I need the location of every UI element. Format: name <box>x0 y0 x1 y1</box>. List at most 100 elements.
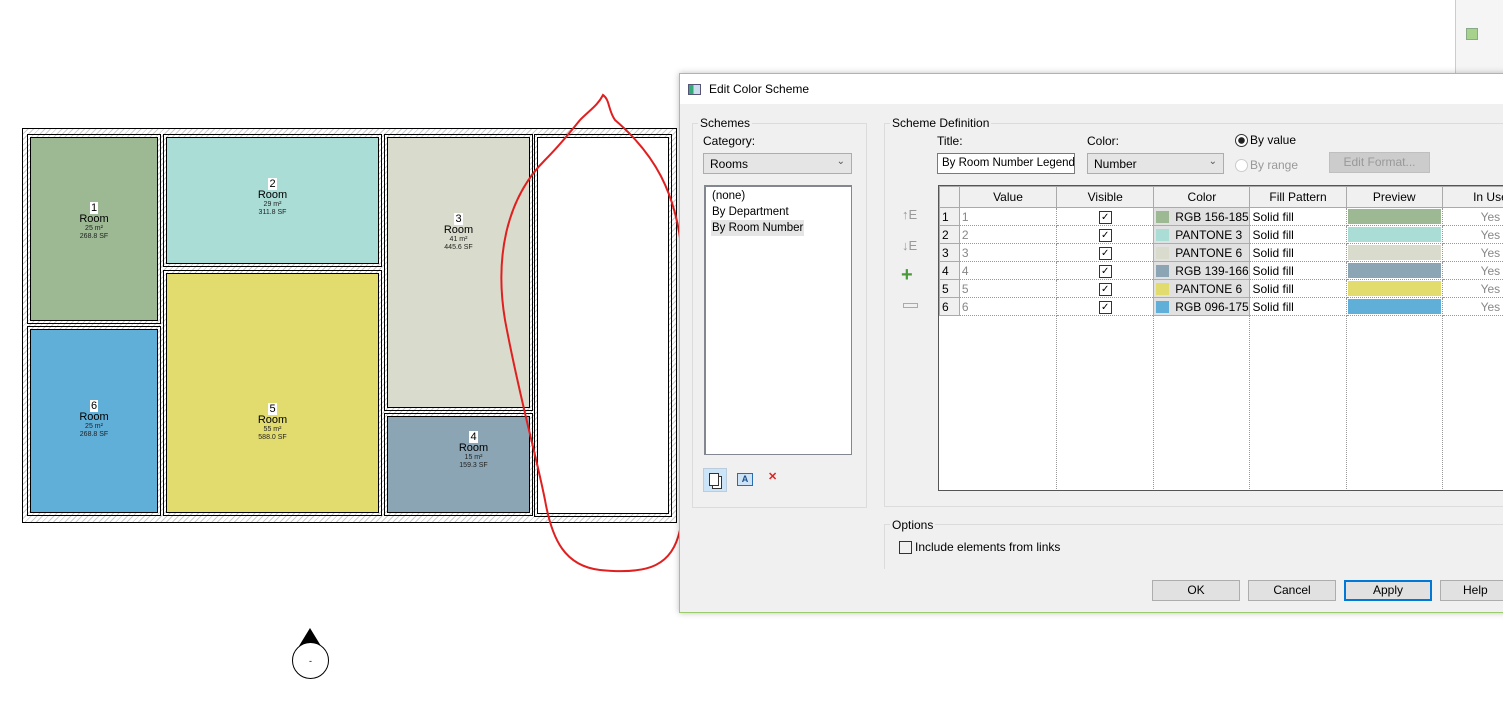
preview-swatch <box>1347 281 1441 296</box>
table-row[interactable]: 6 6 ✓ RGB 096-175 Solid fill Yes <box>939 297 1503 316</box>
table-row[interactable]: 4 4 ✓ RGB 139-166 Solid fill Yes <box>939 261 1503 280</box>
chevron-down-icon: ⌄ <box>1208 156 1217 167</box>
category-value: Rooms <box>710 157 749 171</box>
value-cell[interactable]: 3 <box>959 243 1058 262</box>
color-cell[interactable]: RGB 156-185 <box>1153 207 1251 226</box>
radio-icon <box>1235 158 1248 172</box>
color-cell[interactable]: PANTONE 6 <box>1153 243 1251 262</box>
color-scheme-table: Value Visible Color Fill Pattern Preview In U… <box>938 185 1503 491</box>
scheme-list-item[interactable]: (none) <box>711 188 746 204</box>
preview-swatch <box>1347 227 1441 242</box>
visible-cell[interactable]: ✓ <box>1056 261 1155 280</box>
cancel-button[interactable]: Cancel <box>1248 580 1336 601</box>
column-header[interactable]: Fill Pattern <box>1249 186 1347 208</box>
ok-button[interactable]: OK <box>1152 580 1240 601</box>
edit-format-button[interactable]: Edit Format... <box>1329 152 1430 173</box>
section-marker-label: - <box>292 642 329 679</box>
color-name: PANTONE 6 <box>1175 245 1243 260</box>
rename-scheme-button[interactable]: A <box>737 473 753 486</box>
preview-cell <box>1346 207 1443 226</box>
fill-pattern-cell[interactable]: Solid fill <box>1249 243 1347 262</box>
schemes-group-label: Schemes <box>698 116 753 130</box>
in-use-cell: Yes <box>1442 225 1503 244</box>
visible-cell[interactable]: ✓ <box>1056 225 1155 244</box>
scheme-list-item[interactable]: By Room Number <box>711 220 805 236</box>
title-input[interactable]: By Room Number Legend <box>937 153 1075 174</box>
scheme-list[interactable]: (none) By Department By Room Number <box>704 185 852 455</box>
corner-cell <box>939 186 960 208</box>
category-select[interactable]: Rooms ⌄ <box>703 153 852 174</box>
in-use-cell: Yes <box>1442 279 1503 298</box>
apply-button[interactable]: Apply <box>1344 580 1432 601</box>
fill-pattern-cell[interactable]: Solid fill <box>1249 207 1347 226</box>
remove-value-button[interactable] <box>903 303 918 308</box>
row-header: 4 <box>939 261 960 280</box>
fill-pattern-cell[interactable]: Solid fill <box>1249 279 1347 298</box>
preview-swatch <box>1347 299 1441 314</box>
help-button[interactable]: Help <box>1440 580 1503 601</box>
move-row-down-button[interactable]: ↓E <box>902 238 917 253</box>
zoom-region-icon[interactable] <box>1466 28 1478 40</box>
by-value-radio[interactable]: By value <box>1235 133 1296 147</box>
color-cell[interactable]: PANTONE 3 <box>1153 225 1251 244</box>
column-header[interactable]: Value <box>958 186 1058 208</box>
checkbox-checked-icon: ✓ <box>1098 247 1112 260</box>
include-links-label: Include elements from links <box>915 540 1061 554</box>
column-header[interactable]: Visible <box>1056 186 1155 208</box>
include-links-checkbox[interactable]: Include elements from links <box>899 540 1060 554</box>
checkbox-checked-icon: ✓ <box>1098 283 1112 296</box>
fill-pattern-cell[interactable]: Solid fill <box>1249 225 1347 244</box>
visible-cell[interactable]: ✓ <box>1056 207 1155 226</box>
color-cell[interactable]: RGB 139-166 <box>1153 261 1251 280</box>
move-row-up-button[interactable]: ↑E <box>902 207 917 222</box>
color-parameter-value: Number <box>1094 157 1137 171</box>
preview-cell <box>1346 261 1443 280</box>
row-header: 1 <box>939 207 960 226</box>
by-value-label: By value <box>1250 133 1297 147</box>
column-header[interactable]: Preview <box>1345 186 1443 208</box>
delete-scheme-button[interactable]: ✕ <box>768 470 784 488</box>
row-header: 2 <box>939 225 960 244</box>
color-parameter-select[interactable]: Number ⌄ <box>1087 153 1224 174</box>
value-cell[interactable]: 1 <box>959 207 1058 226</box>
color-swatch <box>1156 211 1170 224</box>
checkbox-checked-icon: ✓ <box>1098 265 1112 278</box>
preview-cell <box>1346 297 1443 316</box>
table-row[interactable]: 1 1 ✓ RGB 156-185 Solid fill Yes <box>939 207 1503 226</box>
visible-cell[interactable]: ✓ <box>1056 297 1155 316</box>
column-header[interactable]: In Use <box>1441 186 1503 208</box>
color-cell[interactable]: PANTONE 6 <box>1153 279 1251 298</box>
table-row[interactable]: 2 2 ✓ PANTONE 3 Solid fill Yes <box>939 225 1503 244</box>
color-name: RGB 139-166 <box>1175 263 1249 278</box>
color-cell[interactable]: RGB 096-175 <box>1153 297 1251 316</box>
fill-pattern-cell[interactable]: Solid fill <box>1249 261 1347 280</box>
preview-cell <box>1346 279 1443 298</box>
visible-cell[interactable]: ✓ <box>1056 279 1155 298</box>
preview-cell <box>1346 225 1443 244</box>
by-range-radio[interactable]: By range <box>1235 158 1298 172</box>
checkbox-checked-icon: ✓ <box>1098 229 1112 242</box>
duplicate-scheme-button[interactable] <box>703 468 727 492</box>
row-header: 6 <box>939 297 960 316</box>
column-header[interactable]: Color <box>1153 186 1251 208</box>
value-cell[interactable]: 4 <box>959 261 1058 280</box>
scheme-list-item[interactable]: By Department <box>711 204 790 220</box>
scheme-definition-label: Scheme Definition <box>890 116 992 130</box>
view-toolbar <box>1455 0 1503 75</box>
preview-swatch <box>1347 209 1441 224</box>
value-cell[interactable]: 5 <box>959 279 1058 298</box>
in-use-cell: Yes <box>1442 297 1503 316</box>
color-name: RGB 096-175 <box>1175 299 1249 314</box>
value-cell[interactable]: 2 <box>959 225 1058 244</box>
visible-cell[interactable]: ✓ <box>1056 243 1155 262</box>
options-label: Options <box>890 518 936 532</box>
value-cell[interactable]: 6 <box>959 297 1058 316</box>
section-marker[interactable]: - <box>292 628 330 680</box>
color-swatch <box>1156 283 1170 296</box>
duplicate-icon <box>709 473 719 486</box>
color-swatch <box>1156 265 1170 278</box>
fill-pattern-cell[interactable]: Solid fill <box>1249 297 1347 316</box>
table-row[interactable]: 5 5 ✓ PANTONE 6 Solid fill Yes <box>939 279 1503 298</box>
table-row[interactable]: 3 3 ✓ PANTONE 6 Solid fill Yes <box>939 243 1503 262</box>
add-value-button[interactable]: + <box>901 264 913 287</box>
